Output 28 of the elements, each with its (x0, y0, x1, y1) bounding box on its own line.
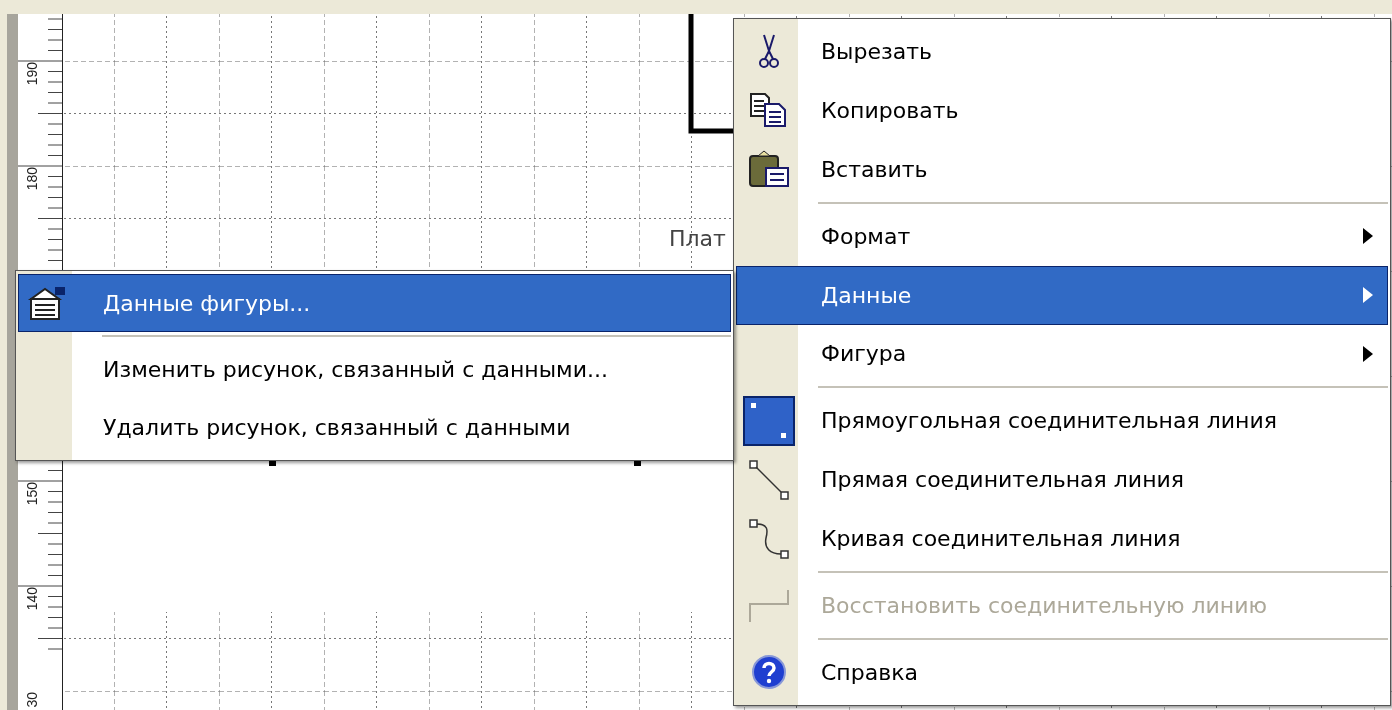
scissors-icon (758, 33, 780, 70)
menu-item[interactable]: Данные (736, 265, 1388, 325)
menu-item[interactable]: Копировать (736, 80, 1388, 140)
menu-item[interactable]: Фигура (736, 324, 1388, 384)
menu-item[interactable]: Изменить рисунок, связанный с данными... (18, 340, 731, 398)
data-sheet-icon (27, 285, 67, 321)
help-icon (751, 654, 787, 691)
menu-item[interactable]: Формат (736, 206, 1388, 266)
ruler-label: 180 (24, 167, 40, 191)
menu-item[interactable]: Удалить рисунок, связанный с данными (18, 398, 731, 456)
menu-item[interactable]: Данные фигуры... (18, 274, 731, 332)
curved-connector-icon (748, 517, 790, 560)
ruler-label: 140 (24, 587, 40, 611)
connector-icon (743, 395, 795, 446)
paste-icon (748, 150, 790, 189)
ruler-label: 190 (24, 62, 40, 86)
straight-connector-icon (748, 458, 790, 501)
shape-label: Плат (669, 226, 726, 251)
elbow-line-icon (748, 587, 790, 624)
ruler-label: 30 (24, 692, 40, 708)
ruler-label: 150 (24, 482, 40, 506)
menu-item[interactable]: Справка (736, 643, 1388, 702)
menu-item[interactable]: Вставить (736, 139, 1388, 199)
menu-item[interactable]: Прямоугольная соединительная линия (736, 391, 1388, 451)
copy-icon (749, 92, 789, 129)
menu-item[interactable]: Прямая соединительная линия (736, 450, 1388, 510)
menu-item[interactable]: Кривая соединительная линия (736, 509, 1388, 569)
menu-item[interactable]: Вырезать (736, 22, 1388, 81)
